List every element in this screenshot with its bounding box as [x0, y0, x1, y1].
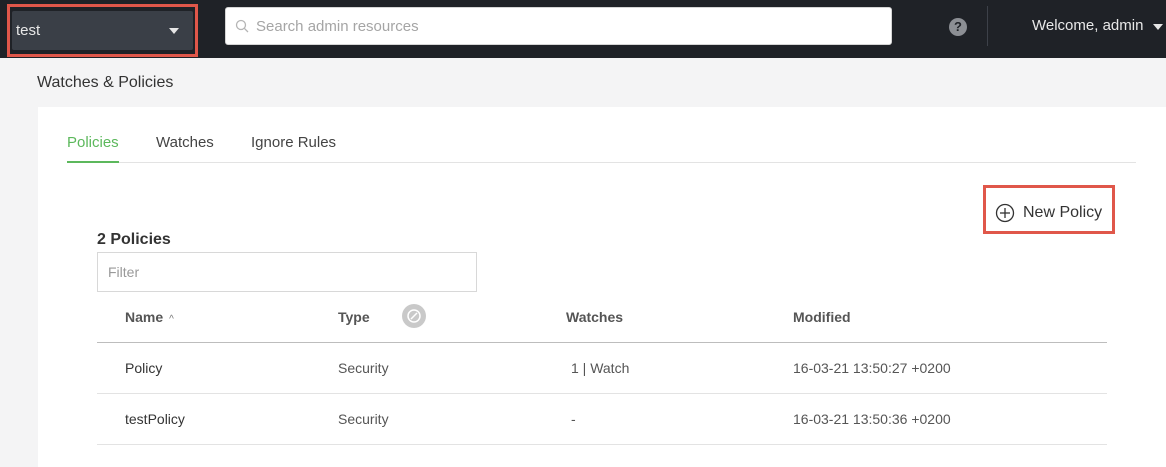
policies-count: 2 Policies	[97, 231, 171, 248]
new-policy-label: New Policy	[1023, 204, 1103, 221]
cell-name[interactable]: Policy	[125, 360, 162, 376]
filter-input[interactable]	[108, 253, 468, 291]
tab-ignore-rules[interactable]: Ignore Rules	[251, 134, 336, 163]
tab-policies[interactable]: Policies	[67, 134, 119, 163]
topbar-divider	[987, 6, 988, 46]
top-bar: test ? Welcome, admin	[0, 0, 1166, 58]
tab-watches[interactable]: Watches	[156, 134, 214, 163]
page-title: Watches & Policies	[37, 74, 174, 91]
cell-name[interactable]: testPolicy	[125, 411, 185, 427]
repository-selector-box[interactable]: test	[12, 11, 193, 50]
caret-down-icon[interactable]	[1153, 24, 1163, 30]
tab-bar: Policies Watches Ignore Rules	[67, 134, 1136, 163]
help-icon[interactable]: ?	[949, 18, 967, 36]
link-icon	[407, 309, 421, 323]
column-header-name-label: Name	[125, 309, 164, 325]
table-row[interactable]: testPolicy Security - 16-03-21 13:50:36 …	[97, 394, 1107, 445]
caret-down-icon	[169, 28, 179, 34]
table-row[interactable]: Policy Security 1 | Watch 16-03-21 13:50…	[97, 343, 1107, 394]
search-box[interactable]	[225, 7, 892, 45]
plus-circle-icon	[995, 203, 1015, 223]
cell-watches: 1 | Watch	[571, 360, 630, 376]
new-policy-button[interactable]: New Policy	[983, 185, 1115, 234]
column-header-type[interactable]: Type	[338, 309, 370, 325]
search-input[interactable]	[256, 8, 876, 44]
type-filter-icon[interactable]	[402, 304, 426, 328]
table-header: Name ^ Type Watches Modified	[97, 300, 1107, 343]
column-header-modified[interactable]: Modified	[793, 309, 851, 325]
sort-ascending-icon: ^	[169, 314, 174, 325]
search-icon	[235, 19, 249, 33]
repository-selector-value: test	[16, 22, 41, 39]
column-header-name[interactable]: Name ^	[125, 309, 174, 325]
filter-box[interactable]	[97, 252, 477, 292]
cell-watches: -	[571, 411, 576, 427]
cell-modified: 16-03-21 13:50:36 +0200	[793, 411, 951, 427]
cell-modified: 16-03-21 13:50:27 +0200	[793, 360, 951, 376]
cell-type: Security	[338, 360, 389, 376]
repository-selector[interactable]: test	[7, 4, 198, 57]
cell-type: Security	[338, 411, 389, 427]
column-header-watches[interactable]: Watches	[566, 309, 623, 325]
user-menu[interactable]: Welcome, admin	[1032, 17, 1143, 34]
